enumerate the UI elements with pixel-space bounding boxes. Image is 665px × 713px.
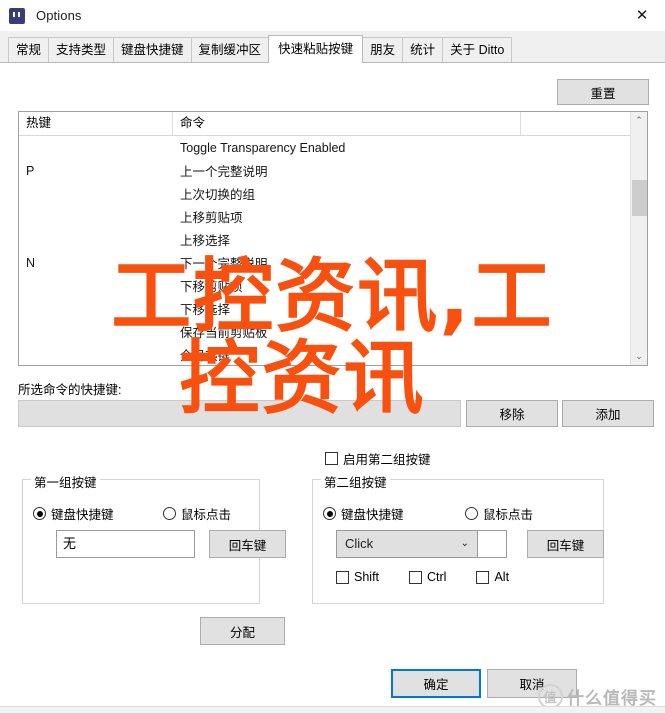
tab-strip: 常规 支持类型 键盘快捷键 复制缓冲区 快速粘贴按键 朋友 统计 关于 Ditt… xyxy=(0,31,665,63)
checkbox-label: Shift xyxy=(354,570,380,584)
tab-supported-types[interactable]: 支持类型 xyxy=(48,37,115,62)
dropdown-tail-field[interactable] xyxy=(478,530,507,558)
radio-mouse-click-2[interactable]: 鼠标点击 xyxy=(465,504,533,523)
selected-shortcut-label: 所选命令的快捷键: xyxy=(18,383,122,397)
enter-key-button-2[interactable]: 回车键 xyxy=(527,530,604,558)
dropdown-value: Click xyxy=(345,536,374,551)
tab-general[interactable]: 常规 xyxy=(8,37,50,62)
assign-button[interactable]: 分配 xyxy=(200,617,285,645)
cell-command: 全局热键 xyxy=(180,349,231,363)
modifier-checkboxes: Shift Ctrl Alt xyxy=(336,570,539,584)
cell-command: 下移选择 xyxy=(180,303,231,317)
radio-label: 键盘快捷键 xyxy=(341,508,404,522)
remove-button[interactable]: 移除 xyxy=(466,400,558,427)
checkbox-box-icon xyxy=(325,452,338,465)
cell-command: 下移剪贴项 xyxy=(180,280,243,294)
radio-circle-icon xyxy=(465,507,478,520)
column-header-hotkey[interactable]: 热键 xyxy=(19,112,173,135)
cell-hotkey: P xyxy=(26,163,35,178)
table-row[interactable]: 上移选择 xyxy=(19,228,647,251)
window-title: Options xyxy=(36,8,82,23)
enter-key-button-1[interactable]: 回车键 xyxy=(209,530,286,558)
cell-command: 上一个完整说明 xyxy=(180,165,268,179)
list-scrollbar[interactable]: ⌃ ⌄ xyxy=(630,112,647,365)
checkbox-shift[interactable]: Shift xyxy=(336,570,379,584)
tab-quick-paste-keys[interactable]: 快速粘贴按键 xyxy=(268,35,364,63)
enable-second-set-label: 启用第二组按键 xyxy=(343,453,431,467)
cell-command: 上次切换的组 xyxy=(180,188,256,202)
first-key-set-title: 第一组按键 xyxy=(31,472,100,491)
hotkey-list[interactable]: 热键 命令 Toggle Transparency Enabled P 上一个完… xyxy=(18,111,648,366)
chevron-down-icon: ⌄ xyxy=(460,538,469,549)
ok-button[interactable]: 确定 xyxy=(391,669,481,698)
radio-keyboard-shortcut-2[interactable]: 键盘快捷键 xyxy=(323,504,404,523)
second-key-set-group: 第二组按键 键盘快捷键 鼠标点击 Click ⌄ 回车键 Shift Ctrl … xyxy=(312,472,604,604)
cell-command: 下一个完整说明 xyxy=(180,257,268,271)
reset-button[interactable]: 重置 xyxy=(557,79,649,105)
cell-command: 上移选择 xyxy=(180,234,231,248)
scrollbar-thumb[interactable] xyxy=(632,180,647,216)
table-row[interactable]: 下移选择 xyxy=(19,297,647,320)
table-row[interactable]: Toggle Transparency Enabled xyxy=(19,136,647,159)
checkbox-label: Alt xyxy=(494,570,510,584)
scroll-up-icon[interactable]: ⌃ xyxy=(631,112,647,129)
table-row[interactable]: 保存当前剪贴板 xyxy=(19,320,647,343)
list-header: 热键 命令 xyxy=(19,112,647,136)
checkbox-alt[interactable]: Alt xyxy=(476,570,509,584)
cell-hotkey: N xyxy=(26,255,36,270)
checkbox-box-icon xyxy=(476,570,490,584)
table-row[interactable]: P 上一个完整说明 xyxy=(19,159,647,182)
title-bar: Options ✕ xyxy=(0,0,665,31)
scroll-down-icon[interactable]: ⌄ xyxy=(631,348,647,365)
cell-command: 保存当前剪贴板 xyxy=(180,326,268,340)
tab-about-ditto[interactable]: 关于 Ditto xyxy=(442,37,513,62)
table-row[interactable]: N 下一个完整说明 xyxy=(19,251,647,274)
table-row[interactable]: 上次切换的组 xyxy=(19,182,647,205)
cell-command: Toggle Transparency Enabled xyxy=(180,140,346,155)
selected-shortcut-field[interactable] xyxy=(18,400,461,427)
quote-icon xyxy=(9,7,25,24)
checkbox-box-icon xyxy=(336,570,349,584)
first-key-set-group: 第一组按键 键盘快捷键 鼠标点击 无 回车键 xyxy=(22,472,286,604)
radio-label: 键盘快捷键 xyxy=(51,508,114,522)
enable-second-set-checkbox[interactable]: 启用第二组按键 xyxy=(325,449,431,468)
second-key-controls: Click ⌄ 回车键 xyxy=(336,530,604,558)
checkbox-ctrl[interactable]: Ctrl xyxy=(409,570,446,584)
table-row[interactable]: 全局热键 xyxy=(19,343,647,365)
column-header-extra[interactable] xyxy=(521,112,646,135)
checkbox-box-icon xyxy=(409,570,423,584)
column-header-command[interactable]: 命令 xyxy=(173,112,521,135)
radio-mouse-click-1[interactable]: 鼠标点击 xyxy=(163,504,231,523)
tab-keyboard-shortcuts[interactable]: 键盘快捷键 xyxy=(113,37,192,62)
bottom-strip xyxy=(0,706,665,713)
cancel-button[interactable]: 取消 xyxy=(487,669,577,698)
add-button[interactable]: 添加 xyxy=(562,400,654,427)
table-row[interactable]: 上移剪贴项 xyxy=(19,205,647,228)
second-key-set-title: 第二组按键 xyxy=(321,472,390,491)
list-body: Toggle Transparency Enabled P 上一个完整说明 上次… xyxy=(19,136,647,365)
table-row[interactable]: 下移剪贴项 xyxy=(19,274,647,297)
radio-dot-icon xyxy=(33,507,46,520)
tab-friends[interactable]: 朋友 xyxy=(362,37,404,62)
key-input-1[interactable]: 无 xyxy=(56,530,195,558)
first-key-controls: 无 回车键 xyxy=(56,530,286,558)
cell-command: 上移剪贴项 xyxy=(180,211,243,225)
click-type-dropdown[interactable]: Click ⌄ xyxy=(336,530,478,558)
checkbox-label: Ctrl xyxy=(427,570,447,584)
tab-copy-buffers[interactable]: 复制缓冲区 xyxy=(190,37,270,62)
radio-label: 鼠标点击 xyxy=(181,508,232,522)
radio-keyboard-shortcut-1[interactable]: 键盘快捷键 xyxy=(33,504,114,523)
close-icon[interactable]: ✕ xyxy=(619,0,665,31)
radio-circle-icon xyxy=(163,507,176,520)
tab-statistics[interactable]: 统计 xyxy=(402,37,444,62)
radio-label: 鼠标点击 xyxy=(483,508,534,522)
radio-dot-icon xyxy=(323,507,336,520)
